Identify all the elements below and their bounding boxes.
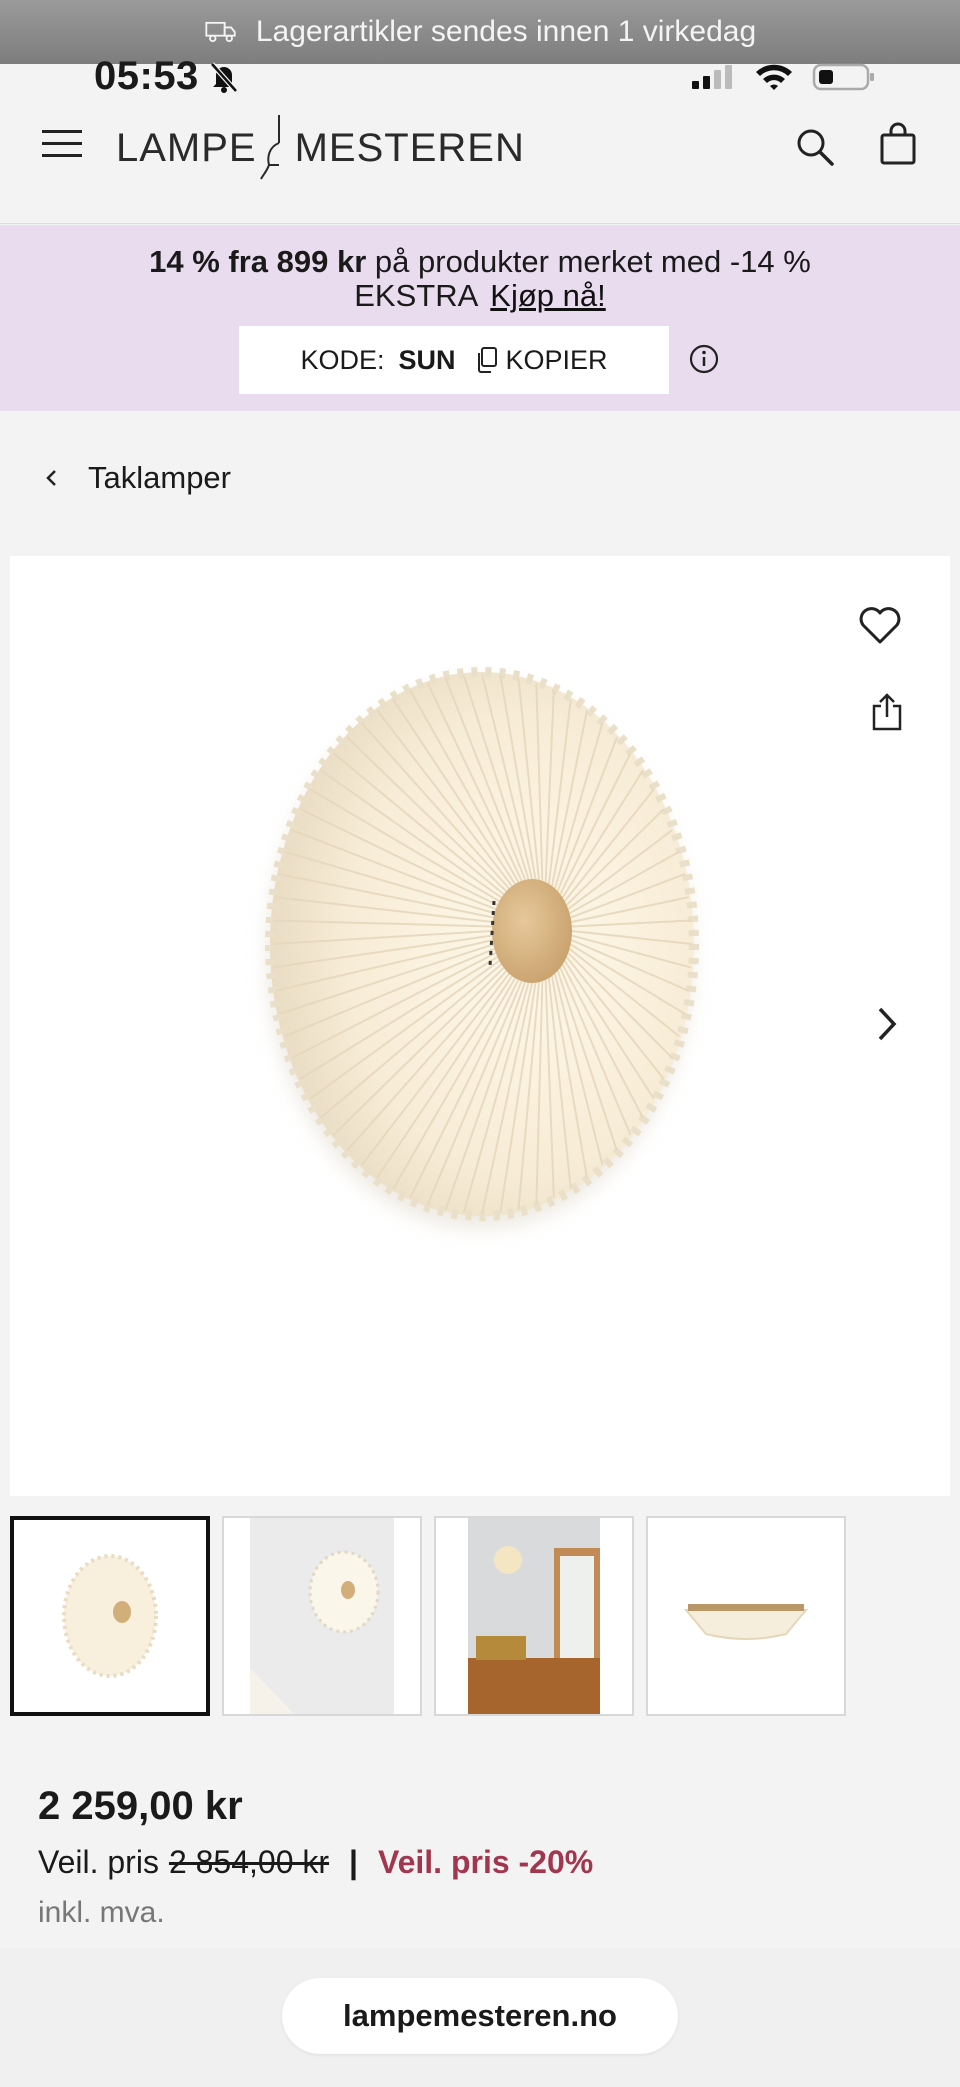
logo-text-left: LAMPE: [116, 125, 257, 170]
vat-note: inkl. mva.: [38, 1896, 165, 1929]
thumbnail-3[interactable]: [434, 1516, 634, 1716]
thumbnail-1[interactable]: [10, 1516, 210, 1716]
page: Lagerartikler sendes innen 1 virkedag 05…: [0, 0, 960, 2087]
copy-icon: [477, 347, 497, 373]
wifi-icon: [756, 64, 792, 90]
info-icon[interactable]: [688, 343, 720, 375]
promo-line-1: 14 % fra 899 kr på produkter merket med …: [0, 225, 960, 279]
lamp-logo-icon: [259, 115, 280, 180]
thumbnail-room-image: [468, 1518, 600, 1714]
copy-code-button[interactable]: KOPIER: [476, 345, 608, 376]
browser-url-bar: lampemesteren.no: [0, 1948, 960, 2087]
chevron-right-icon[interactable]: [874, 1004, 900, 1044]
thumbnail-ceiling-lamp-image: [683, 1604, 809, 1640]
status-bar: 05:53: [0, 52, 960, 108]
thumbnail-strip: [10, 1516, 846, 1716]
share-icon[interactable]: [870, 692, 904, 732]
heart-favorite-icon[interactable]: [858, 606, 902, 646]
discount-label: Veil. pris -20%: [378, 1844, 594, 1880]
logo-text-right: MESTEREN: [294, 125, 525, 170]
product-price: 2 259,00 kr: [38, 1784, 243, 1828]
promo-extra-text: EKSTRA: [354, 278, 479, 313]
chevron-left-icon: [46, 470, 56, 486]
status-time: 05:53: [94, 54, 199, 98]
promo-code: SUN: [398, 344, 456, 375]
promo-buy-link[interactable]: Kjøp nå!: [490, 278, 605, 313]
thumbnail-wall-image: [250, 1518, 394, 1714]
site-header: LAMPE MESTEREN: [0, 108, 960, 224]
shopping-bag-icon[interactable]: [878, 122, 918, 166]
status-time-group: 05:53: [94, 54, 241, 99]
recommended-price-label: Veil. pris: [38, 1844, 159, 1880]
status-right: [690, 62, 876, 92]
pleated-lamp-image: [265, 667, 699, 1228]
site-logo[interactable]: LAMPE MESTEREN: [116, 108, 525, 188]
recommended-price-row: Veil. pris 2 854,00 kr | Veil. pris -20%: [38, 1844, 593, 1881]
battery-icon: [812, 63, 874, 91]
url-field[interactable]: lampemesteren.no: [282, 1978, 678, 2054]
thumbnail-4[interactable]: [646, 1516, 846, 1716]
recommended-price-value: 2 854,00 kr: [168, 1844, 330, 1880]
promo-line-2: EKSTRA Kjøp nå!: [0, 279, 960, 313]
breadcrumb-label: Taklamper: [88, 460, 231, 495]
promo-code-box: KODE: SUN KOPIER: [239, 326, 669, 394]
cellular-signal-icon: [692, 65, 732, 89]
breadcrumb[interactable]: Taklamper: [44, 460, 231, 496]
promo-banner: 14 % fra 899 kr på produkter merket med …: [0, 225, 960, 411]
bell-muted-icon: [209, 61, 238, 93]
thumbnail-lamp-image: [62, 1554, 158, 1678]
product-image-main[interactable]: [10, 556, 950, 1496]
hamburger-menu-icon[interactable]: [42, 130, 82, 164]
truck-icon: [205, 21, 236, 43]
code-label: KODE:: [300, 344, 385, 375]
copy-label: KOPIER: [505, 344, 608, 375]
announcement-text: Lagerartikler sendes innen 1 virkedag: [255, 15, 757, 48]
promo-bold-text: 14 % fra 899 kr: [149, 244, 367, 279]
search-icon[interactable]: [794, 126, 836, 168]
promo-text: på produkter merket med -14 %: [366, 244, 811, 279]
price-separator: |: [349, 1844, 358, 1880]
thumbnail-2[interactable]: [222, 1516, 422, 1716]
